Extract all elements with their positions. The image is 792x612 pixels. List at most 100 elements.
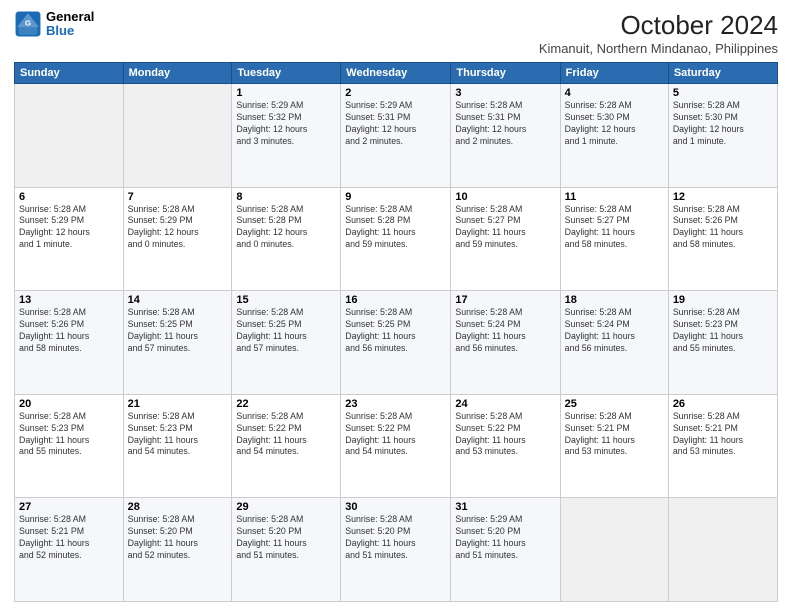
- weekday-header: Friday: [560, 63, 668, 84]
- logo-line2: Blue: [46, 24, 94, 38]
- day-number: 4: [565, 87, 664, 99]
- day-number: 29: [236, 501, 336, 513]
- calendar-cell: 5Sunrise: 5:28 AMSunset: 5:30 PMDaylight…: [668, 84, 777, 188]
- calendar-cell: 16Sunrise: 5:28 AMSunset: 5:25 PMDayligh…: [341, 291, 451, 395]
- day-number: 21: [128, 398, 228, 410]
- calendar-cell: 17Sunrise: 5:28 AMSunset: 5:24 PMDayligh…: [451, 291, 560, 395]
- day-info: Sunrise: 5:28 AMSunset: 5:27 PMDaylight:…: [565, 204, 664, 252]
- day-info: Sunrise: 5:28 AMSunset: 5:23 PMDaylight:…: [673, 307, 773, 355]
- day-info: Sunrise: 5:28 AMSunset: 5:25 PMDaylight:…: [128, 307, 228, 355]
- calendar-cell: 8Sunrise: 5:28 AMSunset: 5:28 PMDaylight…: [232, 187, 341, 291]
- calendar-cell: 26Sunrise: 5:28 AMSunset: 5:21 PMDayligh…: [668, 394, 777, 498]
- calendar-cell: 2Sunrise: 5:29 AMSunset: 5:31 PMDaylight…: [341, 84, 451, 188]
- day-info: Sunrise: 5:28 AMSunset: 5:26 PMDaylight:…: [19, 307, 119, 355]
- day-number: 24: [455, 398, 555, 410]
- day-number: 16: [345, 294, 446, 306]
- calendar-week: 1Sunrise: 5:29 AMSunset: 5:32 PMDaylight…: [15, 84, 778, 188]
- day-info: Sunrise: 5:28 AMSunset: 5:23 PMDaylight:…: [128, 411, 228, 459]
- day-info: Sunrise: 5:28 AMSunset: 5:23 PMDaylight:…: [19, 411, 119, 459]
- calendar-cell: 19Sunrise: 5:28 AMSunset: 5:23 PMDayligh…: [668, 291, 777, 395]
- calendar-cell: [560, 498, 668, 602]
- calendar-cell: [15, 84, 124, 188]
- svg-text:G: G: [25, 19, 31, 28]
- calendar-cell: 14Sunrise: 5:28 AMSunset: 5:25 PMDayligh…: [123, 291, 232, 395]
- day-info: Sunrise: 5:28 AMSunset: 5:25 PMDaylight:…: [345, 307, 446, 355]
- day-info: Sunrise: 5:28 AMSunset: 5:24 PMDaylight:…: [565, 307, 664, 355]
- day-number: 2: [345, 87, 446, 99]
- weekday-header: Thursday: [451, 63, 560, 84]
- calendar-cell: 15Sunrise: 5:28 AMSunset: 5:25 PMDayligh…: [232, 291, 341, 395]
- day-info: Sunrise: 5:29 AMSunset: 5:32 PMDaylight:…: [236, 100, 336, 148]
- day-number: 1: [236, 87, 336, 99]
- day-info: Sunrise: 5:28 AMSunset: 5:25 PMDaylight:…: [236, 307, 336, 355]
- day-number: 30: [345, 501, 446, 513]
- day-number: 13: [19, 294, 119, 306]
- day-number: 15: [236, 294, 336, 306]
- day-number: 18: [565, 294, 664, 306]
- day-info: Sunrise: 5:28 AMSunset: 5:30 PMDaylight:…: [565, 100, 664, 148]
- day-info: Sunrise: 5:28 AMSunset: 5:21 PMDaylight:…: [565, 411, 664, 459]
- calendar-cell: 22Sunrise: 5:28 AMSunset: 5:22 PMDayligh…: [232, 394, 341, 498]
- calendar-week: 27Sunrise: 5:28 AMSunset: 5:21 PMDayligh…: [15, 498, 778, 602]
- calendar-cell: 21Sunrise: 5:28 AMSunset: 5:23 PMDayligh…: [123, 394, 232, 498]
- day-info: Sunrise: 5:28 AMSunset: 5:28 PMDaylight:…: [345, 204, 446, 252]
- day-info: Sunrise: 5:28 AMSunset: 5:27 PMDaylight:…: [455, 204, 555, 252]
- day-number: 28: [128, 501, 228, 513]
- day-info: Sunrise: 5:28 AMSunset: 5:21 PMDaylight:…: [673, 411, 773, 459]
- day-number: 12: [673, 191, 773, 203]
- day-number: 19: [673, 294, 773, 306]
- title-block: October 2024 Kimanuit, Northern Mindanao…: [539, 10, 778, 56]
- day-number: 23: [345, 398, 446, 410]
- calendar-week: 20Sunrise: 5:28 AMSunset: 5:23 PMDayligh…: [15, 394, 778, 498]
- day-info: Sunrise: 5:28 AMSunset: 5:31 PMDaylight:…: [455, 100, 555, 148]
- day-info: Sunrise: 5:28 AMSunset: 5:22 PMDaylight:…: [345, 411, 446, 459]
- day-info: Sunrise: 5:28 AMSunset: 5:20 PMDaylight:…: [236, 514, 336, 562]
- calendar-cell: 10Sunrise: 5:28 AMSunset: 5:27 PMDayligh…: [451, 187, 560, 291]
- weekday-header: Saturday: [668, 63, 777, 84]
- calendar-cell: 30Sunrise: 5:28 AMSunset: 5:20 PMDayligh…: [341, 498, 451, 602]
- month-title: October 2024: [539, 10, 778, 41]
- location: Kimanuit, Northern Mindanao, Philippines: [539, 41, 778, 56]
- weekday-row: SundayMondayTuesdayWednesdayThursdayFrid…: [15, 63, 778, 84]
- day-info: Sunrise: 5:29 AMSunset: 5:20 PMDaylight:…: [455, 514, 555, 562]
- calendar: SundayMondayTuesdayWednesdayThursdayFrid…: [14, 62, 778, 602]
- day-number: 10: [455, 191, 555, 203]
- calendar-cell: 13Sunrise: 5:28 AMSunset: 5:26 PMDayligh…: [15, 291, 124, 395]
- calendar-cell: 29Sunrise: 5:28 AMSunset: 5:20 PMDayligh…: [232, 498, 341, 602]
- calendar-cell: 11Sunrise: 5:28 AMSunset: 5:27 PMDayligh…: [560, 187, 668, 291]
- day-number: 7: [128, 191, 228, 203]
- day-info: Sunrise: 5:28 AMSunset: 5:24 PMDaylight:…: [455, 307, 555, 355]
- day-info: Sunrise: 5:28 AMSunset: 5:29 PMDaylight:…: [19, 204, 119, 252]
- calendar-cell: 9Sunrise: 5:28 AMSunset: 5:28 PMDaylight…: [341, 187, 451, 291]
- day-number: 20: [19, 398, 119, 410]
- day-number: 3: [455, 87, 555, 99]
- day-info: Sunrise: 5:28 AMSunset: 5:28 PMDaylight:…: [236, 204, 336, 252]
- day-number: 14: [128, 294, 228, 306]
- weekday-header: Monday: [123, 63, 232, 84]
- calendar-week: 13Sunrise: 5:28 AMSunset: 5:26 PMDayligh…: [15, 291, 778, 395]
- calendar-cell: 12Sunrise: 5:28 AMSunset: 5:26 PMDayligh…: [668, 187, 777, 291]
- calendar-cell: [123, 84, 232, 188]
- day-info: Sunrise: 5:28 AMSunset: 5:22 PMDaylight:…: [455, 411, 555, 459]
- day-number: 26: [673, 398, 773, 410]
- day-info: Sunrise: 5:28 AMSunset: 5:20 PMDaylight:…: [345, 514, 446, 562]
- calendar-cell: 31Sunrise: 5:29 AMSunset: 5:20 PMDayligh…: [451, 498, 560, 602]
- day-number: 5: [673, 87, 773, 99]
- day-number: 9: [345, 191, 446, 203]
- logo-text: General Blue: [46, 10, 94, 39]
- day-number: 8: [236, 191, 336, 203]
- calendar-cell: 24Sunrise: 5:28 AMSunset: 5:22 PMDayligh…: [451, 394, 560, 498]
- day-info: Sunrise: 5:29 AMSunset: 5:31 PMDaylight:…: [345, 100, 446, 148]
- day-number: 6: [19, 191, 119, 203]
- logo-line1: General: [46, 10, 94, 24]
- weekday-header: Sunday: [15, 63, 124, 84]
- day-info: Sunrise: 5:28 AMSunset: 5:29 PMDaylight:…: [128, 204, 228, 252]
- day-info: Sunrise: 5:28 AMSunset: 5:30 PMDaylight:…: [673, 100, 773, 148]
- calendar-cell: 20Sunrise: 5:28 AMSunset: 5:23 PMDayligh…: [15, 394, 124, 498]
- logo: G General Blue: [14, 10, 94, 39]
- day-info: Sunrise: 5:28 AMSunset: 5:26 PMDaylight:…: [673, 204, 773, 252]
- calendar-header: SundayMondayTuesdayWednesdayThursdayFrid…: [15, 63, 778, 84]
- logo-icon: G: [14, 10, 42, 38]
- calendar-cell: 6Sunrise: 5:28 AMSunset: 5:29 PMDaylight…: [15, 187, 124, 291]
- day-number: 25: [565, 398, 664, 410]
